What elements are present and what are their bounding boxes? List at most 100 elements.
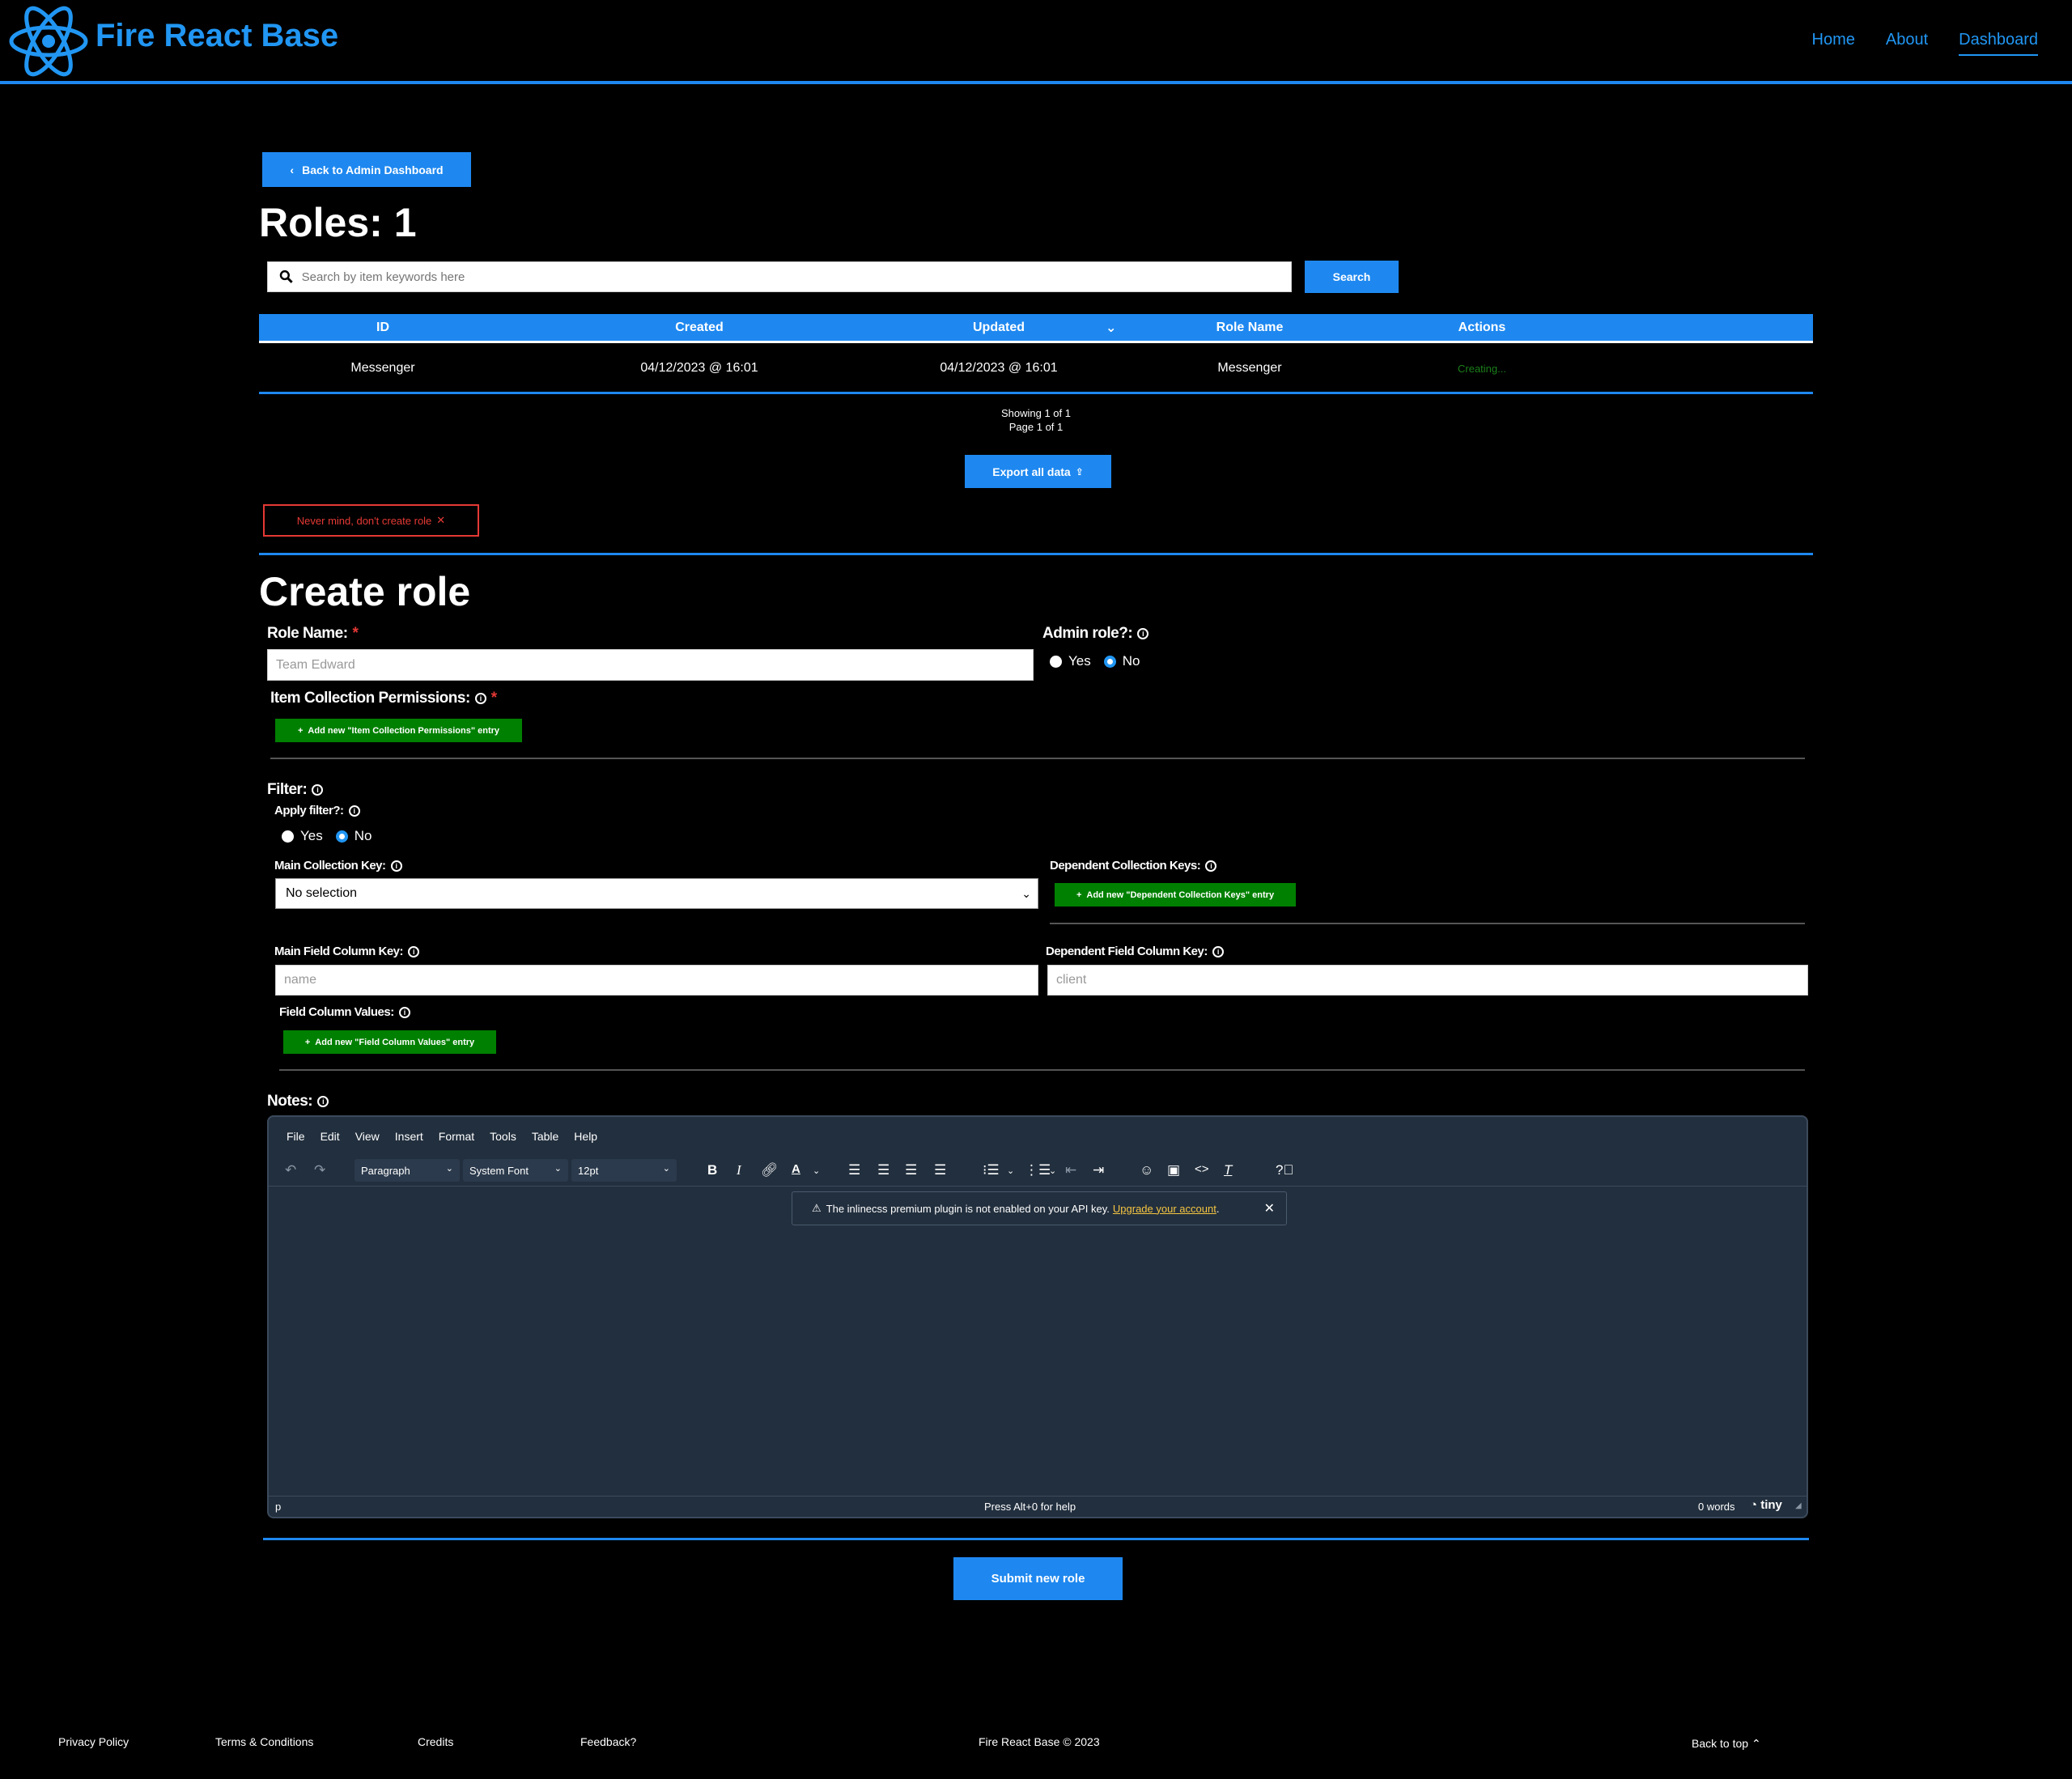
word-count[interactable]: 0 words [1698,1501,1735,1513]
nav-home[interactable]: Home [1812,31,1855,56]
italic-icon[interactable]: I [737,1162,741,1178]
search-button[interactable]: Search [1305,261,1399,293]
main-field-input[interactable]: name [275,965,1038,996]
info-icon[interactable]: i [1205,860,1217,872]
info-icon[interactable]: i [408,945,420,957]
field-values-label: Field Column Values: i [279,1005,410,1019]
upgrade-account-link[interactable]: Upgrade your account [1113,1203,1216,1215]
nav-dashboard[interactable]: Dashboard [1959,31,2038,56]
align-right-icon[interactable]: ☰ [905,1162,917,1178]
align-justify-icon[interactable]: ☰ [934,1162,946,1178]
col-role-name[interactable]: Role Name [1128,321,1371,335]
main-collection-select[interactable]: No selection ⌄ [275,878,1038,909]
font-size-select[interactable]: 12pt ⌄ [571,1159,677,1182]
warning-icon: ⚠ [812,1202,822,1214]
redo-icon[interactable]: ↷ [314,1162,325,1178]
code-icon[interactable]: <> [1195,1162,1209,1176]
info-icon[interactable]: i [390,860,402,872]
add-field-values-button[interactable]: + Add new "Field Column Values" entry [283,1030,496,1054]
table-row[interactable]: Messenger 04/12/2023 @ 16:01 04/12/2023 … [259,353,1813,384]
info-icon[interactable]: i [1137,628,1149,639]
filter-yes-radio[interactable] [282,830,294,843]
footer-privacy-link[interactable]: Privacy Policy [58,1735,129,1748]
react-logo-icon[interactable] [8,5,89,78]
editor-menubar: File Edit View Insert Format Tools Table… [287,1130,597,1143]
clear-formatting-icon[interactable]: T [1224,1162,1232,1178]
plus-icon: + [304,1037,311,1047]
chevron-left-icon: ‹ [290,163,295,176]
info-icon[interactable]: i [398,1006,410,1018]
role-name-label: Role Name: * [267,625,359,642]
col-created[interactable]: Created [507,321,892,335]
menu-view[interactable]: View [355,1130,380,1143]
dependent-keys-label: Dependent Collection Keys: i [1050,859,1217,873]
cell-actions-status: Creating... [1458,362,1506,375]
align-left-icon[interactable]: ☰ [848,1162,860,1178]
add-dependent-keys-button[interactable]: + Add new "Dependent Collection Keys" en… [1055,883,1296,906]
footer-feedback-link[interactable]: Feedback? [580,1735,636,1748]
resize-handle-icon[interactable]: ◢ [1795,1501,1802,1510]
chevron-down-icon[interactable]: ⌄ [1007,1165,1014,1176]
font-family-select[interactable]: System Font ⌄ [463,1159,568,1182]
search-input[interactable] [301,270,1291,284]
tiny-logo[interactable]: ◔ tiny [1750,1498,1782,1512]
element-path[interactable]: p [275,1501,281,1513]
chevron-down-icon[interactable]: ⌄ [1049,1165,1056,1176]
search-icon [279,270,293,283]
image-icon[interactable]: ▣ [1167,1162,1180,1178]
menu-edit[interactable]: Edit [321,1130,340,1143]
table-header: ID Created Updated ⌄ Role Name Actions [259,314,1813,343]
info-icon[interactable]: i [1212,945,1224,957]
menu-table[interactable]: Table [532,1130,558,1143]
numbered-list-icon[interactable]: ⋮☰ [1025,1162,1051,1178]
add-item-permission-button[interactable]: + Add new "Item Collection Permissions" … [275,719,522,742]
role-name-input[interactable]: Team Edward [267,649,1034,681]
nav-about[interactable]: About [1886,31,1928,56]
cancel-create-button[interactable]: Never mind, don't create role ✕ [263,504,479,537]
tiny-logo-icon: ◔ [1750,1498,1758,1512]
admin-role-label: Admin role?: i [1042,625,1149,643]
undo-icon[interactable]: ↶ [285,1162,296,1178]
admin-no-radio[interactable] [1103,655,1116,668]
cell-updated: 04/12/2023 @ 16:01 [940,361,1058,375]
submit-role-button[interactable]: Submit new role [953,1557,1123,1600]
info-icon[interactable]: i [474,693,486,704]
menu-file[interactable]: File [287,1130,305,1143]
text-color-icon[interactable]: A [792,1162,800,1176]
footer-terms-link[interactable]: Terms & Conditions [215,1735,313,1748]
chevron-down-icon[interactable]: ⌄ [813,1165,820,1176]
sort-desc-icon[interactable]: ⌄ [1106,320,1128,336]
menu-format[interactable]: Format [439,1130,474,1143]
menu-insert[interactable]: Insert [395,1130,423,1143]
col-actions: Actions [1458,320,1506,334]
emoji-icon[interactable]: ☺ [1140,1162,1153,1178]
close-icon[interactable]: ✕ [1264,1200,1275,1216]
footer-credits-link[interactable]: Credits [418,1735,453,1748]
help-icon[interactable]: ?⃝ [1276,1162,1293,1178]
divider [1050,923,1805,924]
block-format-select[interactable]: Paragraph ⌄ [355,1159,460,1182]
bullet-list-icon[interactable]: ⁝☰ [983,1162,1000,1178]
dependent-field-label: Dependent Field Column Key: i [1046,945,1224,958]
bold-icon[interactable]: B [707,1162,717,1178]
export-label: Export all data [992,465,1071,478]
back-to-top-link[interactable]: Back to top ⌃ [1692,1737,1761,1751]
export-data-button[interactable]: Export all data ⇪ [965,455,1111,488]
outdent-icon[interactable]: ⇤ [1065,1162,1076,1178]
menu-tools[interactable]: Tools [490,1130,516,1143]
info-icon[interactable]: i [312,784,324,796]
indent-icon[interactable]: ⇥ [1093,1162,1104,1178]
filter-no-radio[interactable] [335,830,348,843]
search-field[interactable] [267,261,1292,292]
col-updated-label[interactable]: Updated [892,321,1106,335]
align-center-icon[interactable]: ☰ [877,1162,890,1178]
brand-title[interactable]: Fire React Base [96,18,338,54]
info-icon[interactable]: i [317,1096,329,1107]
col-id[interactable]: ID [259,321,507,335]
link-icon[interactable]: 🔗︎ [761,1162,779,1178]
info-icon[interactable]: i [348,805,360,817]
dependent-field-input[interactable]: client [1047,965,1808,996]
admin-yes-radio[interactable] [1050,655,1062,668]
back-to-dashboard-button[interactable]: ‹ Back to Admin Dashboard [262,152,471,187]
menu-help[interactable]: Help [574,1130,597,1143]
